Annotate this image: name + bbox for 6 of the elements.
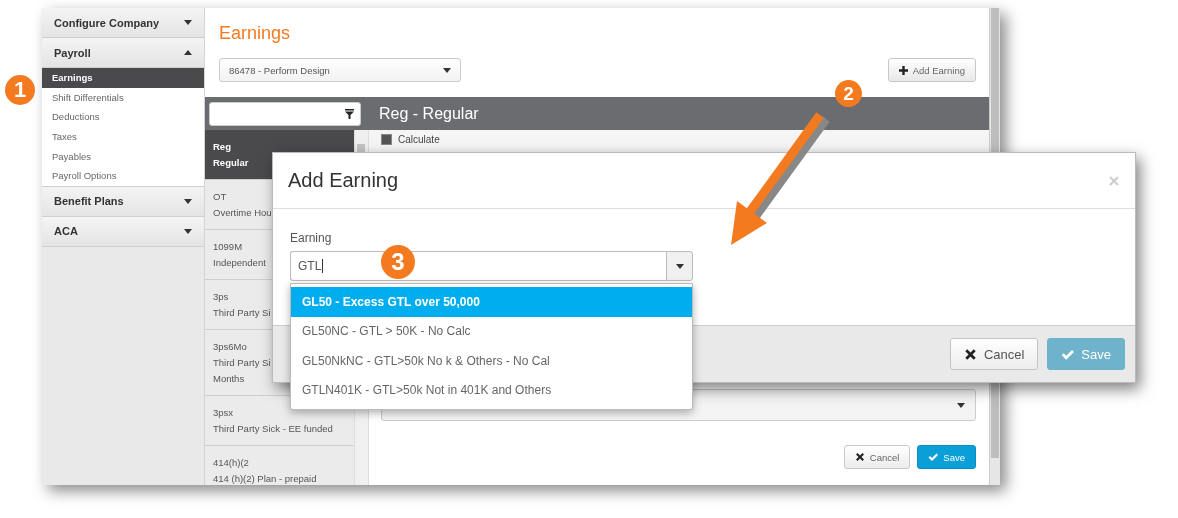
page-title: Earnings	[219, 23, 291, 45]
field-label: Earning	[290, 231, 332, 245]
step-marker: 1	[5, 75, 35, 105]
dialog-title: Add Earning	[288, 169, 399, 192]
calculate-label: Calculate	[398, 134, 440, 145]
detail-title: Reg - Regular	[379, 104, 479, 123]
